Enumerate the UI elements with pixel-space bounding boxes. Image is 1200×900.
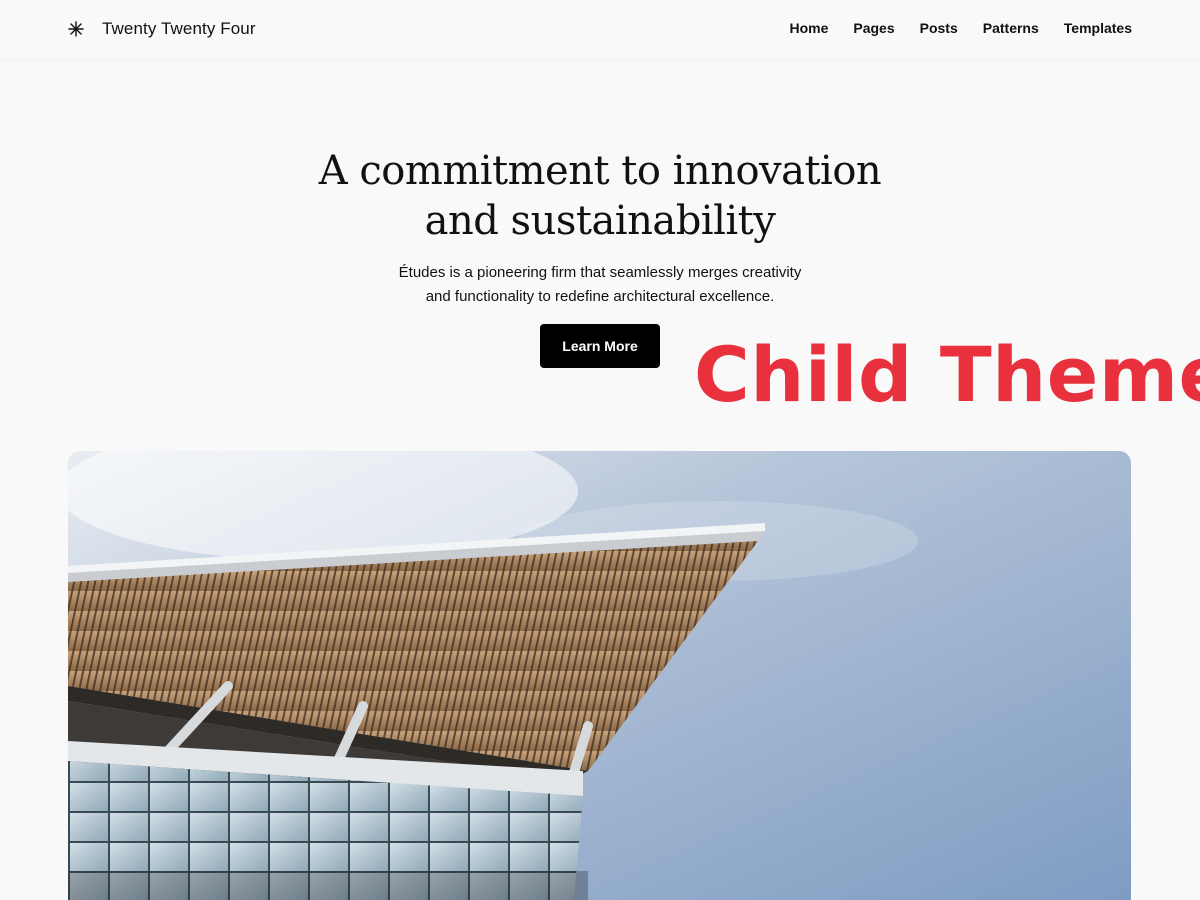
hero-description-line1: Études is a pioneering firm that seamles… xyxy=(398,264,802,281)
hero-heading: A commitment to innovation and sustainab… xyxy=(300,146,900,246)
nav-item-templates[interactable]: Templates xyxy=(1064,20,1132,36)
nav-item-patterns[interactable]: Patterns xyxy=(983,20,1039,36)
site-brand[interactable]: Twenty Twenty Four xyxy=(68,18,256,40)
child-theme-overlay-label: Child Theme xyxy=(694,330,1200,419)
hero-heading-line1: A commitment to innovation xyxy=(318,148,882,194)
hero-heading-line2: and sustainability xyxy=(424,198,776,244)
site-title[interactable]: Twenty Twenty Four xyxy=(102,19,256,39)
learn-more-button[interactable]: Learn More xyxy=(540,324,660,368)
hero-image xyxy=(68,451,1131,900)
nav-item-posts[interactable]: Posts xyxy=(920,20,958,36)
nav-item-pages[interactable]: Pages xyxy=(853,20,894,36)
hero-description-line2: and functionality to redefine architectu… xyxy=(425,288,775,305)
nav-item-home[interactable]: Home xyxy=(789,20,828,36)
hero-description: Études is a pioneering firm that seamles… xyxy=(360,261,840,309)
building-photo xyxy=(68,451,1131,900)
primary-nav: Home Pages Posts Patterns Templates xyxy=(789,20,1132,36)
site-header: Twenty Twenty Four Home Pages Posts Patt… xyxy=(0,0,1200,58)
asterisk-icon xyxy=(68,21,84,37)
